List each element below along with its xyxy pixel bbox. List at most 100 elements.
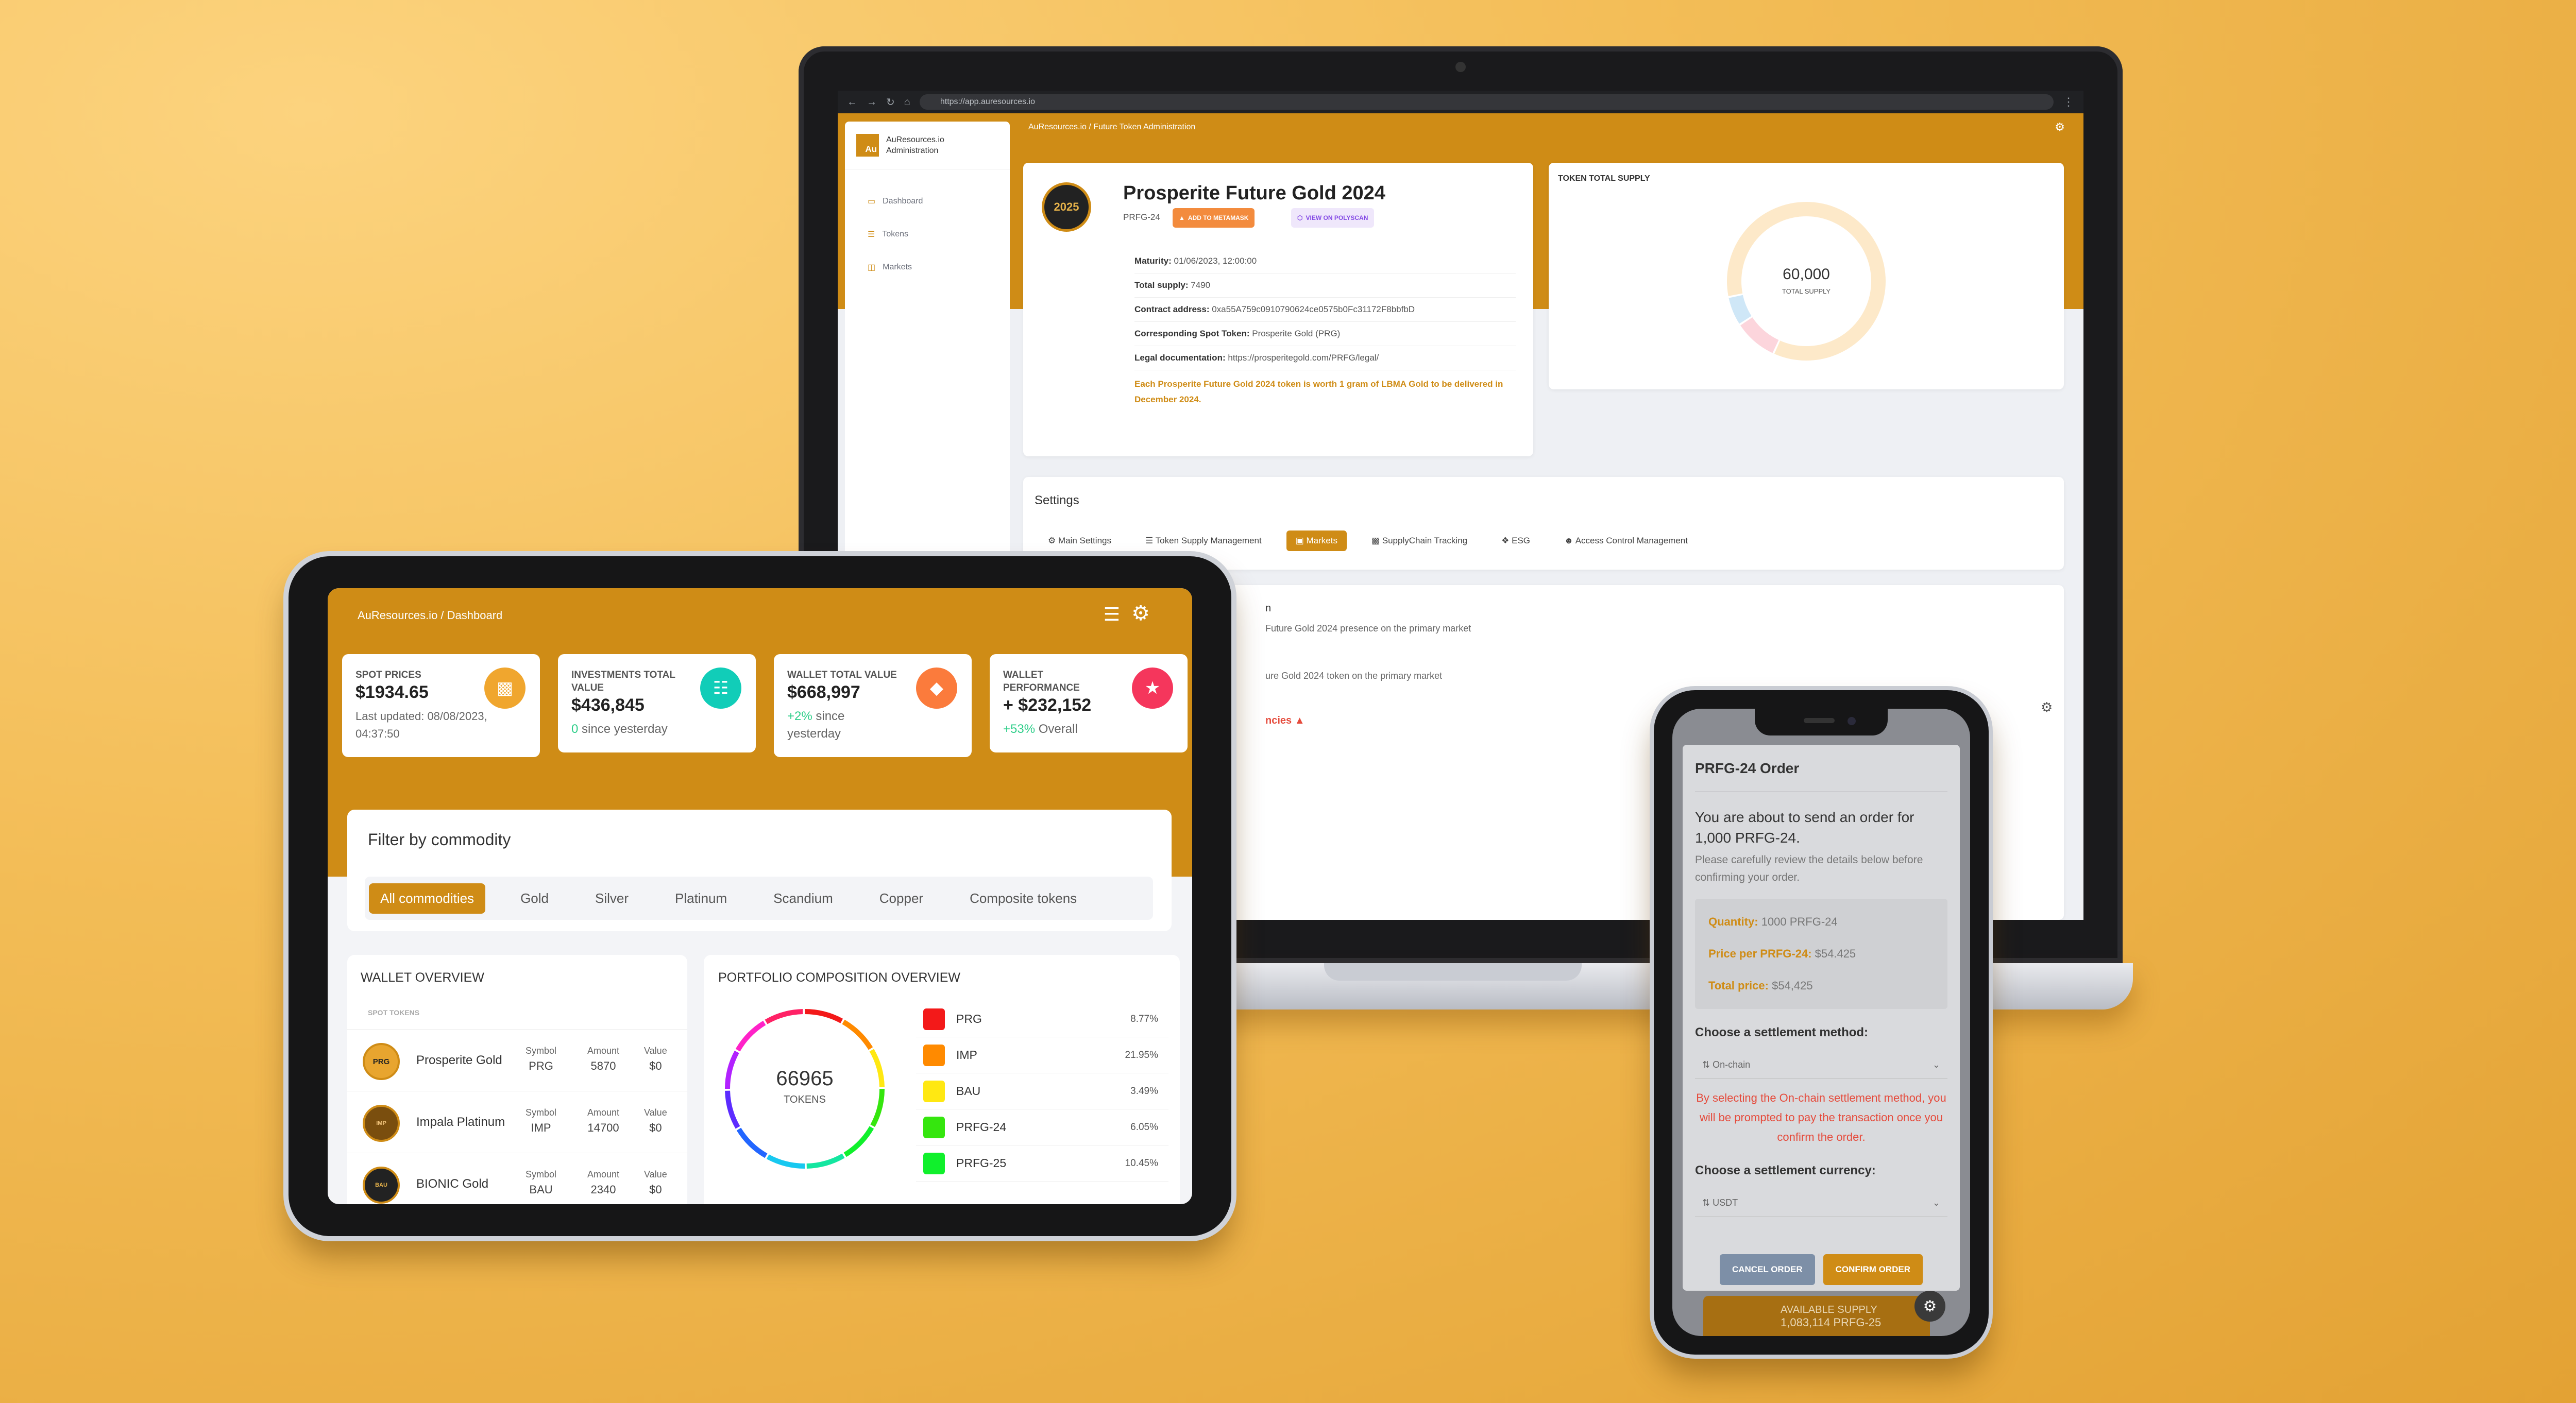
legend-item[interactable]: IMP 21.95% [916,1037,1168,1073]
settlement-method-label: Choose a settlement method: [1695,1025,1869,1039]
cell-value: 14700 [587,1121,619,1134]
gear-icon[interactable]: ⚙ [2055,121,2065,134]
cell-value: IMP [531,1121,551,1134]
detail-value: 01/06/2023, 12:00:00 [1174,256,1257,266]
detail-row-contract: Contract address: 0xa55A759c0910790624ce… [1134,298,1516,322]
tab-markets[interactable]: ▣ Markets [1286,531,1347,551]
back-icon[interactable]: ← [847,96,857,108]
chip-gold[interactable]: Gold [509,883,560,914]
table-row[interactable]: IMP Impala Platinum Symbol IMP Amount 1470… [347,1091,687,1153]
symbol-cell: Symbol BAU [526,1167,556,1197]
token-symbol: PRFG-24 [1123,212,1160,222]
col-header: Symbol [526,1107,557,1118]
token-info-card: 2025 Prosperite Future Gold 2024 PRFG-24… [1023,163,1533,456]
gear-icon[interactable]: ⚙ [2041,699,2053,715]
amount-cell: Amount 14700 [587,1105,619,1136]
detail-row-legal: Legal documentation: https://prosperiteg… [1134,346,1516,370]
wallet-title: WALLET OVERVIEW [361,970,484,985]
table-row[interactable]: BAU BIONIC Gold Symbol BAU Amount 2340 Val… [347,1153,687,1204]
select-value: On-chain [1713,1059,1751,1070]
commodity-chips: All commodities Gold Silver Platinum Sca… [365,877,1153,920]
tab-esg[interactable]: ❖ ESG [1492,531,1539,551]
legend-item[interactable]: PRFG-25 10.45% [916,1145,1168,1182]
portfolio-segment-5 [806,1153,845,1169]
settlement-method-select[interactable]: ⇅ On-chain ⌄ [1695,1051,1947,1079]
col-header: Amount [587,1046,620,1056]
gear-icon[interactable]: ⚙ [1914,1291,1945,1322]
address-bar[interactable]: https://app.auresources.io [919,94,2054,110]
tab-main-settings[interactable]: ⚙ Main Settings [1039,531,1121,551]
legal-link[interactable]: https://prosperitegold.com/PRFG/legal/ [1228,353,1379,363]
sidebar-item-label: Dashboard [883,197,923,206]
tab-access-control[interactable]: ☻ Access Control Management [1555,531,1697,551]
stat-title: WALLET PERFORMANCE [1003,670,1080,693]
settlement-currency-select[interactable]: ⇅ USDT ⌄ [1695,1189,1947,1217]
tab-label: Markets [1306,536,1337,545]
portfolio-total: 66965 [776,1067,834,1090]
legend-item[interactable]: BAU 3.49% [916,1073,1168,1109]
sidebar-brand[interactable]: Au AuResources.io Administration [845,122,1010,169]
col-header: Value [644,1169,667,1179]
order-modal: PRFG-24 Order You are about to send an o… [1683,745,1960,1291]
detail-total: Total price: $54,425 [1708,970,1934,1002]
section-title-fragment: n [1265,603,1272,614]
chip-composite-tokens[interactable]: Composite tokens [958,883,1088,914]
cell-value: 2340 [590,1183,616,1196]
detail-label: Quantity: [1708,915,1758,928]
stat-title: SPOT PRICES [355,670,421,680]
chevron-down-icon: ⌄ [1932,1197,1940,1208]
portfolio-segment-4 [843,1126,874,1157]
settings-tabs: ⚙ Main Settings ☰ Token Supply Managemen… [1039,531,1697,551]
hamburger-menu-icon[interactable]: ☰ [1104,604,1120,625]
chip-platinum[interactable]: Platinum [664,883,738,914]
button-label: VIEW ON POLYSCAN [1306,214,1368,221]
portfolio-composition-card: PORTFOLIO COMPOSITION OVERVIEW 66965 TOK… [704,955,1180,1204]
chip-copper[interactable]: Copper [868,883,935,914]
tab-supplychain[interactable]: ▩ SupplyChain Tracking [1362,531,1477,551]
forward-icon[interactable]: → [867,96,877,108]
tab-token-supply[interactable]: ☰ Token Supply Management [1136,531,1271,551]
confirm-order-button[interactable]: CONFIRM ORDER [1823,1254,1923,1285]
reload-icon[interactable]: ↻ [886,96,895,109]
add-to-metamask-button[interactable]: ▲ ADD TO METAMASK [1173,208,1255,228]
amount-cell: Amount 2340 [587,1167,619,1197]
stat-sub: 0 since yesterday [571,721,742,738]
amount-cell: Amount 5870 [587,1043,619,1074]
detail-value[interactable]: 0xa55A759c0910790624ce0575b0Fc31172F8bbf… [1212,304,1415,314]
order-instructions: Please carefully review the details belo… [1695,854,1923,883]
detail-label: Price per PRFG-24: [1708,947,1812,960]
portfolio-segment-0 [804,1009,843,1023]
chip-scandium[interactable]: Scandium [762,883,844,914]
setting-desc: ure Gold 2024 token on the primary marke… [1265,671,1443,681]
legend-swatch [923,1044,945,1066]
detail-label: Total price: [1708,979,1769,992]
col-header: Value [644,1107,667,1118]
phone-device: PRFG-24 Order You are about to send an o… [1654,690,1989,1355]
sidebar-item-dashboard[interactable]: ▭ Dashboard [845,185,1010,218]
table-row[interactable]: PRG Prosperite Gold Symbol PRG Amount 5870… [347,1029,687,1091]
gear-icon[interactable]: ⚙ [1131,602,1150,625]
cell-value: $0 [649,1121,662,1134]
detail-value: 7490 [1191,280,1211,290]
sidebar-item-tokens[interactable]: ☰ Tokens [845,218,1010,251]
sidebar-item-markets[interactable]: ◫ Markets [845,251,1010,284]
stat-card-wallet-performance: WALLET PERFORMANCE + $232,152 +53% Overa… [990,654,1188,752]
legend-name: PRG [956,1012,982,1025]
chevron-down-icon: ⌄ [1932,1059,1940,1070]
select-value: USDT [1713,1197,1738,1208]
portfolio-title: PORTFOLIO COMPOSITION OVERVIEW [718,970,960,985]
col-header: Amount [587,1107,620,1118]
value-cell: Value $0 [644,1105,667,1136]
view-on-polyscan-button[interactable]: ⬡ VIEW ON POLYSCAN [1291,208,1375,228]
browser-menu-icon[interactable]: ⋮ [2063,95,2074,109]
tab-label: SupplyChain Tracking [1382,536,1468,545]
legend-item[interactable]: PRG 8.77% [916,1001,1168,1037]
chip-silver[interactable]: Silver [584,883,640,914]
background-supply-card: AVAILABLE SUPPLY 1,083,114 PRFG-25 [1703,1296,1930,1336]
stat-sub: Last updated: 08/08/2023, 04:37:50 [355,710,487,740]
legend-item[interactable]: PRFG-24 6.05% [916,1109,1168,1145]
home-icon[interactable]: ⌂ [904,96,910,108]
chip-all-commodities[interactable]: All commodities [369,883,486,914]
cell-value: $0 [649,1183,662,1196]
cancel-order-button[interactable]: CANCEL ORDER [1719,1254,1815,1285]
